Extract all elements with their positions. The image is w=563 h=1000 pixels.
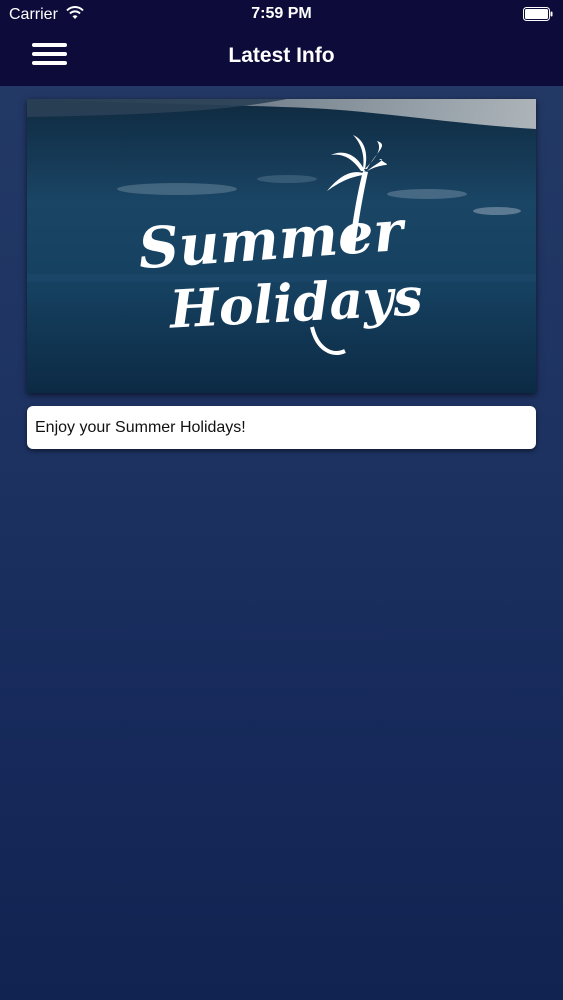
navigation-bar: Latest Info [0,30,563,86]
status-time: 7:59 PM [251,5,312,22]
status-bar: Carrier 7:59 PM [0,0,563,30]
summer-holidays-banner[interactable]: Summer Holidays [27,99,536,393]
battery-icon [523,7,553,21]
page-title: Latest Info [228,44,335,67]
top-bar: Carrier 7:59 PM Latest Info [0,0,563,86]
feed-item-caption[interactable]: Enjoy your Summer Holidays! [27,406,536,449]
